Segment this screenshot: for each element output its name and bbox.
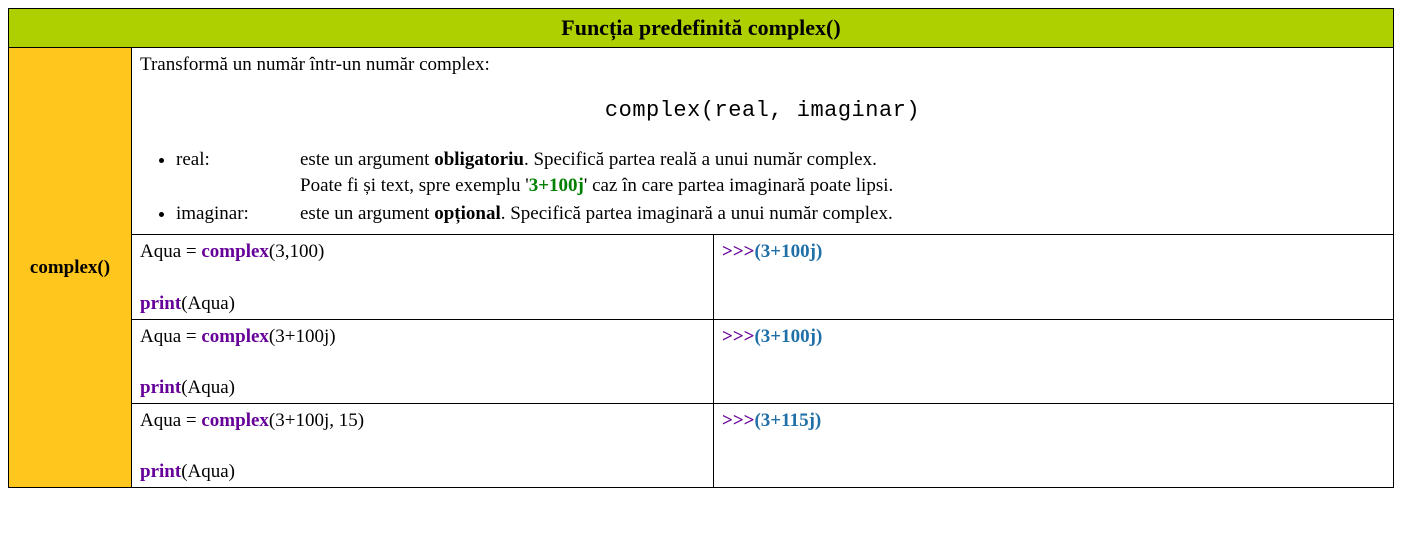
output-value: (3+115j) [754, 410, 821, 431]
arg-real-name: real: [176, 147, 300, 173]
text: (Aqua) [181, 377, 235, 398]
code-line: print(Aqua) [140, 291, 705, 317]
text: (Aqua) [181, 461, 235, 482]
keyword: print [140, 377, 181, 398]
text: este un argument [300, 149, 434, 170]
text: . Specifică partea imaginară a unui numă… [501, 203, 893, 224]
keyword: print [140, 293, 181, 314]
prompt: >>> [722, 326, 754, 347]
description-cell: Transformă un număr într-un număr comple… [132, 48, 1394, 235]
intro-text: Transformă un număr într-un număr comple… [140, 52, 1385, 78]
code-line: Aqua = complex(3+100j, 15) [140, 408, 705, 434]
code-line: Aqua = complex(3,100) [140, 239, 705, 265]
signature: complex(real, imaginar) [140, 96, 1385, 126]
keyword: complex [201, 241, 269, 262]
text: Poate fi și text, spre exemplu ' [300, 175, 529, 196]
keyword: complex [201, 326, 269, 347]
text: ' caz în care partea imaginară poate lip… [584, 175, 893, 196]
code-cell: Aqua = complex(3+100j, 15) print(Aqua) [132, 403, 714, 487]
code-line: Aqua = complex(3+100j) [140, 324, 705, 350]
output-line: >>>(3+100j) [722, 324, 1385, 350]
text: Aqua = [140, 326, 201, 347]
prompt: >>> [722, 241, 754, 262]
bold-text: opțional [434, 203, 501, 224]
output-value: (3+100j) [754, 241, 822, 262]
side-label: complex() [9, 48, 132, 488]
example-row: Aqua = complex(3+100j, 15) print(Aqua) >… [9, 403, 1394, 487]
prompt: >>> [722, 410, 754, 431]
arg-imaginar-desc: este un argument opțional. Specifică par… [300, 201, 1385, 227]
arg-real-desc2: Poate fi și text, spre exemplu '3+100j' … [300, 173, 1385, 199]
text: (3,100) [269, 241, 324, 262]
arg-imaginar: imaginar: este un argument opțional. Spe… [176, 201, 1385, 227]
code-line: print(Aqua) [140, 459, 705, 485]
output-value: (3+100j) [754, 326, 822, 347]
arg-real: real: este un argument obligatoriu. Spec… [176, 147, 1385, 198]
output-cell: >>>(3+100j) [714, 319, 1394, 403]
keyword: complex [201, 410, 269, 431]
doc-table: Funcția predefinită complex() complex() … [8, 8, 1394, 488]
code-literal: 3+100j [529, 175, 584, 196]
output-line: >>>(3+115j) [722, 408, 1385, 434]
output-cell: >>>(3+115j) [714, 403, 1394, 487]
output-line: >>>(3+100j) [722, 239, 1385, 265]
example-row: Aqua = complex(3+100j) print(Aqua) >>>(3… [9, 319, 1394, 403]
code-line: print(Aqua) [140, 375, 705, 401]
text: (3+100j, 15) [269, 410, 364, 431]
code-cell: Aqua = complex(3+100j) print(Aqua) [132, 319, 714, 403]
example-row: Aqua = complex(3,100) print(Aqua) >>>(3+… [9, 235, 1394, 319]
code-cell: Aqua = complex(3,100) print(Aqua) [132, 235, 714, 319]
output-cell: >>>(3+100j) [714, 235, 1394, 319]
text: Aqua = [140, 241, 201, 262]
arg-real-desc1: este un argument obligatoriu. Specifică … [300, 147, 1385, 173]
bold-text: obligatoriu [434, 149, 524, 170]
arg-imaginar-name: imaginar: [176, 201, 300, 227]
text: . Specifică partea reală a unui număr co… [524, 149, 877, 170]
argument-list: real: este un argument obligatoriu. Spec… [176, 147, 1385, 226]
text: este un argument [300, 203, 434, 224]
text: Aqua = [140, 410, 201, 431]
keyword: print [140, 461, 181, 482]
page-title: Funcția predefinită complex() [9, 9, 1394, 48]
text: (3+100j) [269, 326, 336, 347]
text: (Aqua) [181, 293, 235, 314]
